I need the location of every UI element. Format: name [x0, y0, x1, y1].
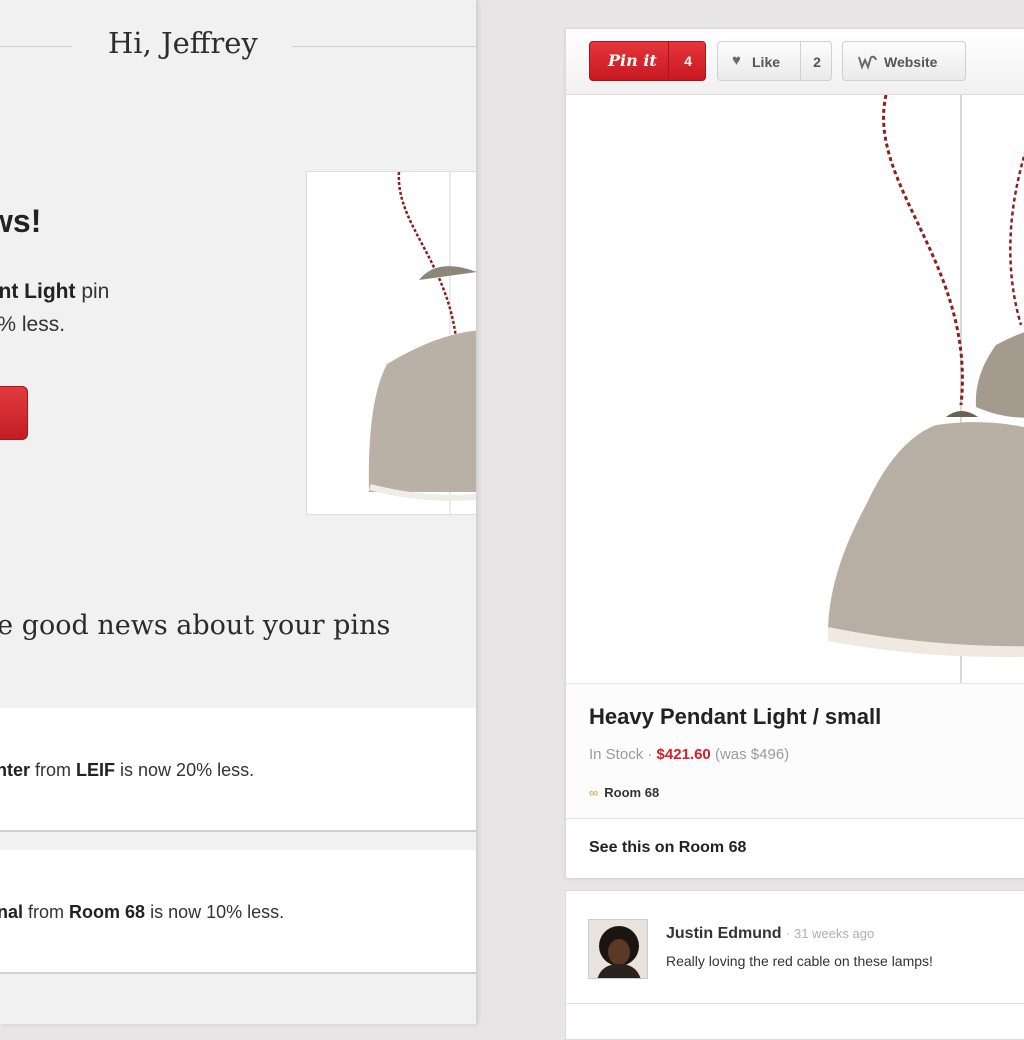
comment-divider — [566, 1003, 1024, 1004]
like-button[interactable]: ♥ Like 2 — [717, 41, 832, 81]
header-divider-right — [292, 46, 476, 47]
current-price: $421.60 — [656, 746, 711, 763]
more-news-heading: ore good news about your pins — [0, 610, 391, 641]
email-body-line-1: dant Light pin — [0, 280, 109, 304]
view-pin-button[interactable] — [0, 386, 28, 440]
comment-text: Really loving the red cable on these lam… — [666, 953, 933, 969]
pin-toolbar: Pin it 4 ♥ Like 2 Website — [566, 29, 1024, 95]
pin-detail-card: Pin it 4 ♥ Like 2 Website Heavy Pendant … — [565, 28, 1024, 878]
pin-thumbnail[interactable] — [306, 171, 476, 515]
comment-author: Justin Edmund · 31 weeks ago — [666, 925, 875, 942]
email-panel: Hi, Jeffrey ws! dant Light pin 15% less.… — [0, 0, 476, 1024]
price-drop-card[interactable]: anter from LEIF is now 20% less. — [0, 708, 476, 832]
pin-it-button[interactable]: Pin it 4 — [589, 41, 706, 81]
avatar[interactable] — [588, 919, 648, 979]
globe-icon — [857, 54, 877, 75]
lamp-image — [828, 95, 1024, 683]
email-body-line-2: 15% less. — [0, 313, 66, 336]
email-headline: ws! — [0, 203, 42, 239]
original-price: (was $496) — [714, 746, 790, 763]
stock-status: In Stock — [589, 746, 644, 763]
avatar-image — [597, 926, 641, 978]
see-this-link[interactable]: See this on Room 68 — [566, 818, 1024, 878]
pin-image[interactable] — [566, 95, 1024, 683]
like-count: 2 — [813, 54, 821, 70]
heart-icon: ♥ — [732, 52, 741, 69]
pin-count: 4 — [684, 53, 692, 69]
greeting: Hi, Jeffrey — [108, 26, 258, 60]
source-link[interactable]: ∞ Room 68 — [589, 785, 659, 800]
product-title[interactable]: Heavy Pendant Light / small — [589, 704, 881, 730]
header-divider-left — [0, 46, 72, 47]
price-line: In Stock · $421.60 (was $496) — [589, 746, 790, 763]
link-icon: ∞ — [589, 785, 599, 800]
website-button[interactable]: Website — [842, 41, 966, 81]
price-drop-card[interactable]: onal from Room 68 is now 10% less. — [0, 850, 476, 974]
pin-name: dant Light — [0, 280, 76, 303]
comment-time: · 31 weeks ago — [786, 926, 875, 941]
pin-details: Heavy Pendant Light / small In Stock · $… — [566, 683, 1024, 818]
lamp-image — [368, 172, 476, 514]
comment-card: Justin Edmund · 31 weeks ago Really lovi… — [565, 890, 1024, 1040]
